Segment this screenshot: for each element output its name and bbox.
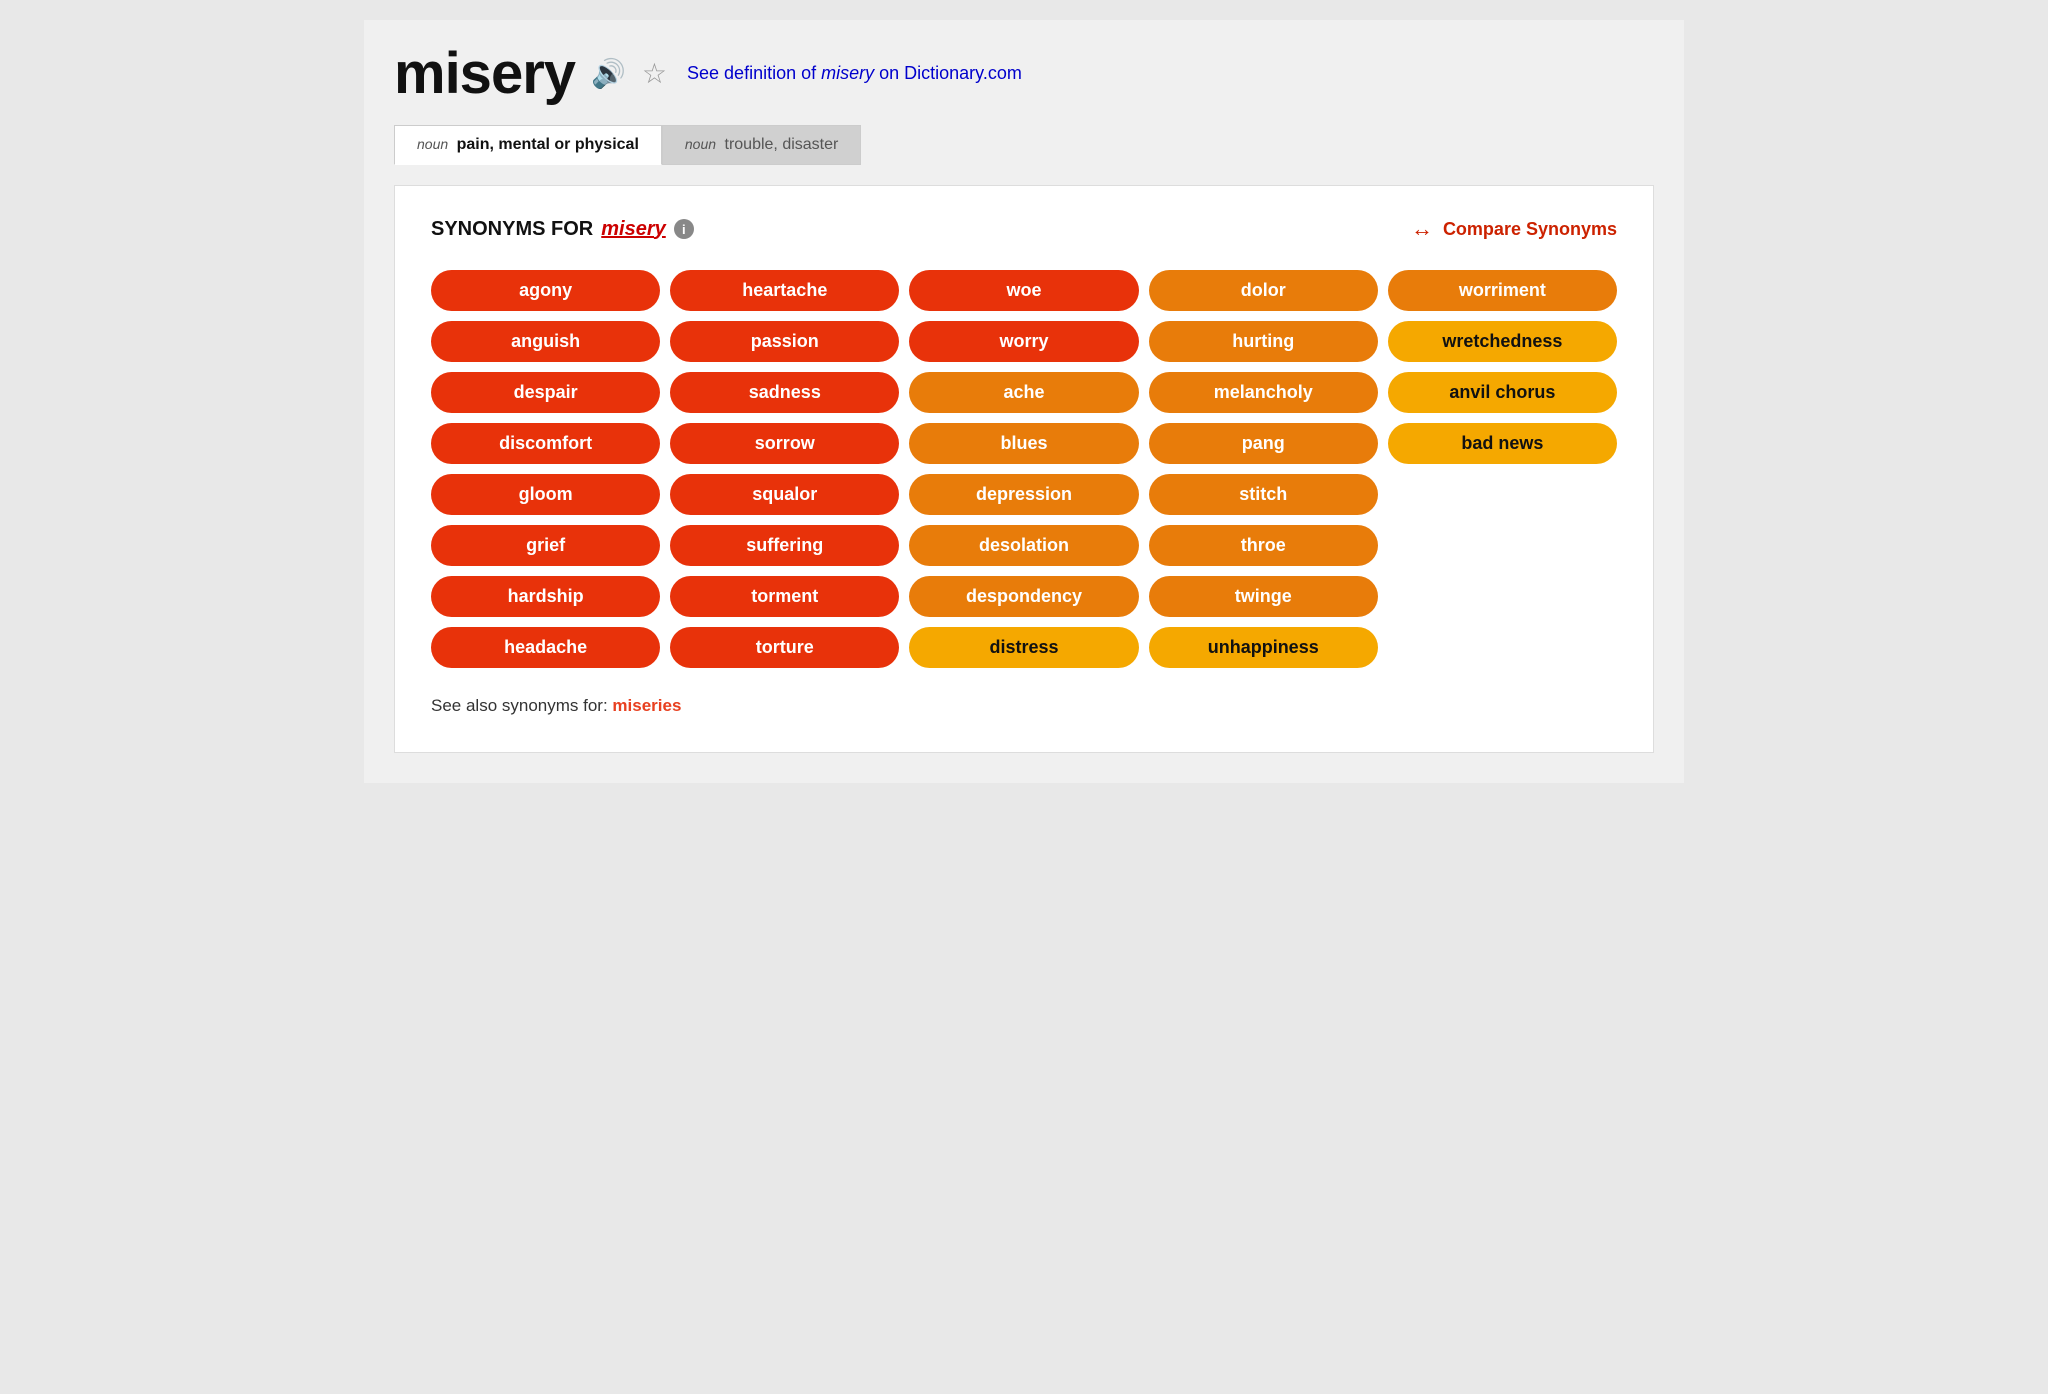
pill-hurting[interactable]: hurting <box>1149 321 1378 362</box>
dictionary-link[interactable]: See definition of misery on Dictionary.c… <box>687 63 1022 84</box>
synonyms-title: SYNONYMS FOR misery i <box>431 218 694 241</box>
pill-distress[interactable]: distress <box>909 627 1138 668</box>
compare-synonyms-label: Compare Synonyms <box>1443 219 1617 240</box>
pill-despair[interactable]: despair <box>431 372 660 413</box>
synonym-col-5: worriment wretchedness anvil chorus bad … <box>1388 270 1617 464</box>
pill-blues[interactable]: blues <box>909 423 1138 464</box>
pill-desolation[interactable]: desolation <box>909 525 1138 566</box>
pill-worriment[interactable]: worriment <box>1388 270 1617 311</box>
dict-link-italic: misery <box>821 63 874 83</box>
tab2-meaning: trouble, disaster <box>725 136 839 153</box>
tabs-row: noun pain, mental or physical noun troub… <box>394 125 1654 165</box>
see-also: See also synonyms for: miseries <box>431 696 1617 716</box>
pill-grief[interactable]: grief <box>431 525 660 566</box>
compare-synonyms-button[interactable]: ↔ Compare Synonyms <box>1411 216 1617 242</box>
pill-wretchedness[interactable]: wretchedness <box>1388 321 1617 362</box>
pill-hardship[interactable]: hardship <box>431 576 660 617</box>
synonym-col-2: heartache passion sadness sorrow squalor… <box>670 270 899 668</box>
pill-suffering[interactable]: suffering <box>670 525 899 566</box>
pill-anguish[interactable]: anguish <box>431 321 660 362</box>
pill-unhappiness[interactable]: unhappiness <box>1149 627 1378 668</box>
pill-worry[interactable]: worry <box>909 321 1138 362</box>
pill-melancholy[interactable]: melancholy <box>1149 372 1378 413</box>
synonym-col-3: woe worry ache blues depression desolati… <box>909 270 1138 668</box>
word-title: misery <box>394 40 575 107</box>
tab2-pos: noun <box>685 136 716 152</box>
pill-stitch[interactable]: stitch <box>1149 474 1378 515</box>
tab1-pos: noun <box>417 136 448 152</box>
see-also-prefix: See also synonyms for: <box>431 696 612 715</box>
speaker-icon[interactable]: 🔊 <box>591 57 626 90</box>
pill-heartache[interactable]: heartache <box>670 270 899 311</box>
pill-ache[interactable]: ache <box>909 372 1138 413</box>
pill-gloom[interactable]: gloom <box>431 474 660 515</box>
tab1-meaning: pain, mental or physical <box>457 136 639 153</box>
pill-twinge[interactable]: twinge <box>1149 576 1378 617</box>
pill-sorrow[interactable]: sorrow <box>670 423 899 464</box>
pill-woe[interactable]: woe <box>909 270 1138 311</box>
pill-torment[interactable]: torment <box>670 576 899 617</box>
synonyms-word-link[interactable]: misery <box>601 218 666 241</box>
pill-sadness[interactable]: sadness <box>670 372 899 413</box>
pill-discomfort[interactable]: discomfort <box>431 423 660 464</box>
pill-pang[interactable]: pang <box>1149 423 1378 464</box>
page-wrapper: misery 🔊 ☆ See definition of misery on D… <box>364 20 1684 783</box>
pill-dolor[interactable]: dolor <box>1149 270 1378 311</box>
header-row: misery 🔊 ☆ See definition of misery on D… <box>394 40 1654 107</box>
synonyms-label: SYNONYMS FOR <box>431 218 593 241</box>
pill-torture[interactable]: torture <box>670 627 899 668</box>
pill-bad-news[interactable]: bad news <box>1388 423 1617 464</box>
star-icon[interactable]: ☆ <box>642 57 667 90</box>
see-also-link[interactable]: miseries <box>612 696 681 715</box>
tab-pain[interactable]: noun pain, mental or physical <box>394 125 662 165</box>
pill-throe[interactable]: throe <box>1149 525 1378 566</box>
synonyms-header-row: SYNONYMS FOR misery i ↔ Compare Synonyms <box>431 216 1617 242</box>
main-card: SYNONYMS FOR misery i ↔ Compare Synonyms… <box>394 185 1654 753</box>
synonym-col-4: dolor hurting melancholy pang stitch thr… <box>1149 270 1378 668</box>
tab-trouble[interactable]: noun trouble, disaster <box>662 125 861 165</box>
synonyms-grid: agony anguish despair discomfort gloom g… <box>431 270 1617 668</box>
compare-icon: ↔ <box>1411 216 1433 242</box>
synonym-col-1: agony anguish despair discomfort gloom g… <box>431 270 660 668</box>
pill-depression[interactable]: depression <box>909 474 1138 515</box>
pill-despondency[interactable]: despondency <box>909 576 1138 617</box>
pill-passion[interactable]: passion <box>670 321 899 362</box>
pill-headache[interactable]: headache <box>431 627 660 668</box>
pill-anvil-chorus[interactable]: anvil chorus <box>1388 372 1617 413</box>
info-icon[interactable]: i <box>674 219 694 239</box>
pill-squalor[interactable]: squalor <box>670 474 899 515</box>
pill-agony[interactable]: agony <box>431 270 660 311</box>
